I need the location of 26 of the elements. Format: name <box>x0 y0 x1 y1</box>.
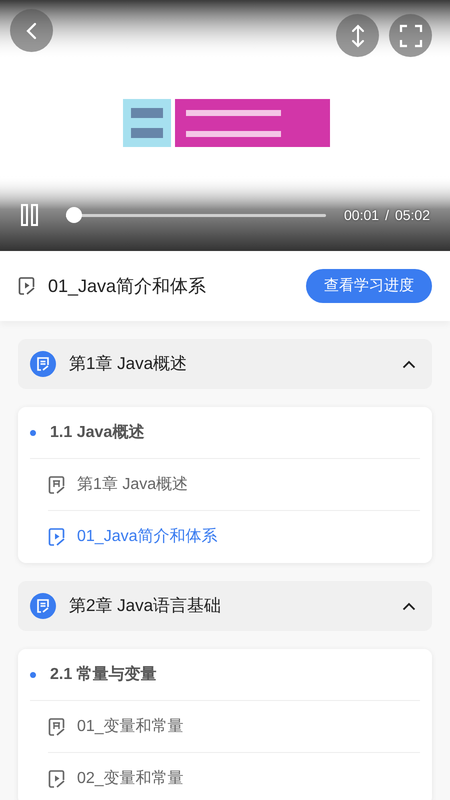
total-time: 05:02 <box>394 206 430 224</box>
video-file-icon <box>48 527 66 547</box>
chapter-icon <box>30 593 56 619</box>
chapter-icon <box>30 351 56 377</box>
lesson-title: 01_Java简介和体系 <box>48 274 208 298</box>
video-file-icon <box>48 769 66 789</box>
chapter-header[interactable]: 第2章 Java语言基础 <box>18 581 432 631</box>
section-title[interactable]: 2.1 常量与变量 <box>50 662 157 686</box>
section-title[interactable]: 1.1 Java概述 <box>50 420 144 444</box>
time-separator: / <box>385 206 389 224</box>
fullscreen-button[interactable] <box>389 14 432 57</box>
chapter-header[interactable]: 第1章 Java概述 <box>18 339 432 389</box>
pause-button[interactable] <box>20 204 40 226</box>
document-icon <box>48 716 66 736</box>
lesson-item[interactable]: 第1章 Java概述 <box>48 459 420 511</box>
progress-track[interactable] <box>66 207 326 223</box>
lesson-item[interactable]: 01_变量和常量 <box>48 701 420 753</box>
progress-button[interactable]: 查看学习进度 <box>306 269 432 303</box>
current-time: 00:01 <box>344 206 380 224</box>
video-file-icon <box>18 276 36 296</box>
lesson-item[interactable]: 02_变量和常量 <box>48 753 420 800</box>
fullscreen-icon <box>398 24 422 48</box>
back-button[interactable] <box>10 9 53 52</box>
lesson-item[interactable]: 01_Java简介和体系 <box>48 511 420 563</box>
swap-vertical-button[interactable] <box>336 14 379 57</box>
document-icon <box>48 474 66 494</box>
